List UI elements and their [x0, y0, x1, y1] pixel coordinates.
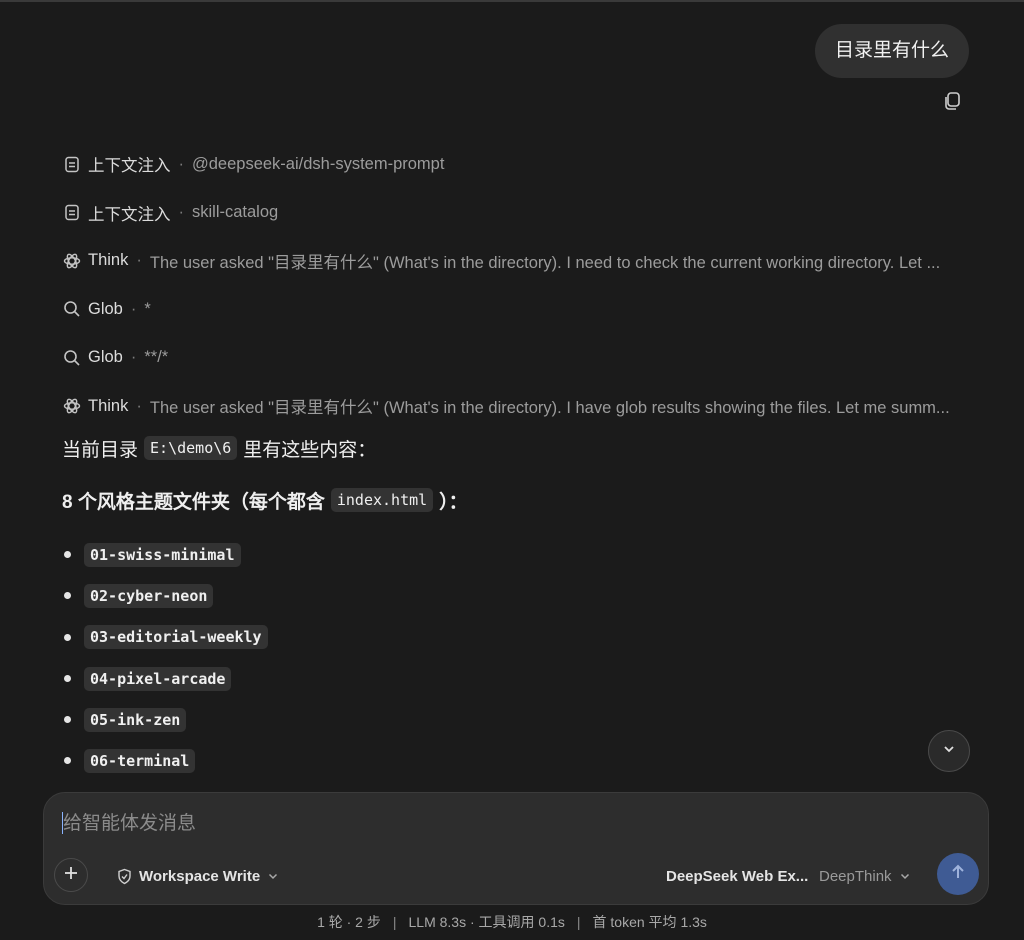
- chevron-down-icon: [942, 742, 956, 761]
- heading-text-suffix: ）：: [439, 491, 468, 513]
- step-kind: 上下文注入: [88, 157, 171, 176]
- message-input[interactable]: [63, 807, 943, 841]
- shield-edit-icon: [116, 868, 133, 885]
- step-think[interactable]: Think · The user asked "目录里有什么" (What's …: [62, 237, 972, 285]
- inline-code-path: E:\demo\6: [144, 436, 238, 460]
- folder-name: 06-terminal: [84, 749, 196, 774]
- step-separator: ·: [136, 251, 142, 270]
- document-icon: [62, 203, 82, 223]
- copy-icon[interactable]: [941, 90, 963, 112]
- scroll-to-bottom-button[interactable]: [928, 730, 970, 772]
- workspace-mode-dropdown[interactable]: Workspace Write: [116, 863, 279, 889]
- list-item: 04-pixel-arcade: [62, 658, 972, 699]
- step-detail: skill-catalog: [192, 203, 279, 222]
- folder-name: 03-editorial-weekly: [84, 625, 268, 650]
- step-glob[interactable]: Glob · *: [62, 285, 972, 333]
- step-separator: ·: [130, 348, 137, 367]
- send-button[interactable]: [937, 853, 979, 895]
- folder-name: 01-swiss-minimal: [84, 542, 241, 567]
- search-icon: [62, 299, 82, 319]
- arrow-up-icon: [949, 863, 967, 886]
- model-selector[interactable]: DeepSeek Web Ex...: [666, 863, 808, 889]
- status-timing: LLM 8.3s · 工具调用 0.1s: [408, 914, 565, 930]
- plus-icon: [63, 865, 79, 886]
- step-detail: The user asked "目录里有什么" (What's in the d…: [149, 399, 950, 418]
- status-turns: 1 轮 · 2 步: [317, 914, 381, 930]
- step-detail: @deepseek-ai/dsh-system-prompt: [192, 154, 445, 173]
- assistant-answer: 当前目录 E:\demo\6 里有这些内容： 8 个风格主题文件夹（每个都含 i…: [62, 430, 972, 782]
- bullet: [64, 633, 71, 641]
- step-separator: ·: [178, 154, 185, 173]
- folder-name: 04-pixel-arcade: [84, 666, 232, 691]
- chevron-down-icon: [267, 870, 279, 882]
- bullet: [64, 716, 71, 724]
- deepthink-dropdown[interactable]: DeepThink: [819, 863, 911, 889]
- attach-button[interactable]: [54, 858, 88, 892]
- step-separator: ·: [136, 396, 142, 415]
- list-item: 01-swiss-minimal: [62, 534, 972, 575]
- user-message-bubble: 目录里有什么: [814, 24, 969, 78]
- folder-name: 05-ink-zen: [84, 707, 187, 732]
- step-detail: The user asked "目录里有什么" (What's in the d…: [149, 253, 941, 272]
- workspace-mode-label: Workspace Write: [139, 867, 261, 885]
- chat-transcript[interactable]: 目录里有什么 上下文注入 · @deepseek-ai/dsh-system-p…: [0, 0, 1024, 790]
- answer-heading: 8 个风格主题文件夹（每个都含 index.html ）：: [62, 482, 972, 518]
- intro-text-suffix: 里有这些内容：: [243, 439, 377, 461]
- message-composer: Workspace Write DeepSeek Web Ex... DeepT…: [43, 792, 989, 905]
- step-glob[interactable]: Glob · **/*: [62, 334, 972, 382]
- chevron-down-icon: [899, 870, 911, 882]
- model-label: DeepSeek Web Ex...: [666, 867, 809, 885]
- step-kind: Think: [88, 396, 129, 415]
- list-item: 02-cyber-neon: [62, 575, 972, 616]
- list-item: 05-ink-zen: [62, 699, 972, 740]
- bullet: [64, 757, 71, 765]
- list-item: 03-editorial-weekly: [62, 617, 972, 658]
- step-detail: *: [144, 299, 151, 318]
- step-think[interactable]: Think · The user asked "目录里有什么" (What's …: [62, 382, 972, 430]
- search-icon: [62, 348, 82, 368]
- step-kind: Think: [88, 251, 129, 270]
- intro-text: 当前目录: [62, 439, 139, 461]
- inline-code-filename: index.html: [330, 488, 434, 512]
- deepthink-label: DeepThink: [819, 867, 892, 885]
- list-item: 06-terminal: [62, 740, 972, 781]
- step-context-injection[interactable]: 上下文注入 · @deepseek-ai/dsh-system-prompt: [62, 140, 972, 188]
- brain-icon: [62, 396, 82, 416]
- document-icon: [62, 154, 82, 174]
- text-caret: [62, 812, 63, 834]
- answer-intro: 当前目录 E:\demo\6 里有这些内容：: [62, 430, 972, 466]
- status-bar: 1 轮 · 2 步 | LLM 8.3s · 工具调用 0.1s | 首 tok…: [0, 910, 1024, 934]
- folder-name: 02-cyber-neon: [84, 583, 214, 608]
- folder-list: 01-swiss-minimal 02-cyber-neon 03-editor…: [62, 534, 972, 782]
- bullet: [64, 551, 71, 558]
- heading-text: 8 个风格主题文件夹（每个都含: [62, 491, 325, 513]
- status-divider: |: [576, 914, 581, 930]
- step-kind: Glob: [88, 299, 123, 318]
- bullet: [64, 674, 71, 682]
- status-divider: |: [392, 914, 397, 930]
- step-detail: **/*: [144, 348, 169, 367]
- step-separator: ·: [130, 299, 137, 318]
- step-separator: ·: [178, 203, 185, 222]
- agent-steps: 上下文注入 · @deepseek-ai/dsh-system-prompt 上…: [62, 140, 972, 430]
- bullet: [64, 592, 71, 600]
- step-kind: 上下文注入: [88, 205, 171, 224]
- step-kind: Glob: [88, 348, 123, 367]
- status-token: 首 token 平均 1.3s: [592, 914, 707, 930]
- brain-icon: [62, 251, 82, 271]
- step-context-injection[interactable]: 上下文注入 · skill-catalog: [62, 188, 972, 236]
